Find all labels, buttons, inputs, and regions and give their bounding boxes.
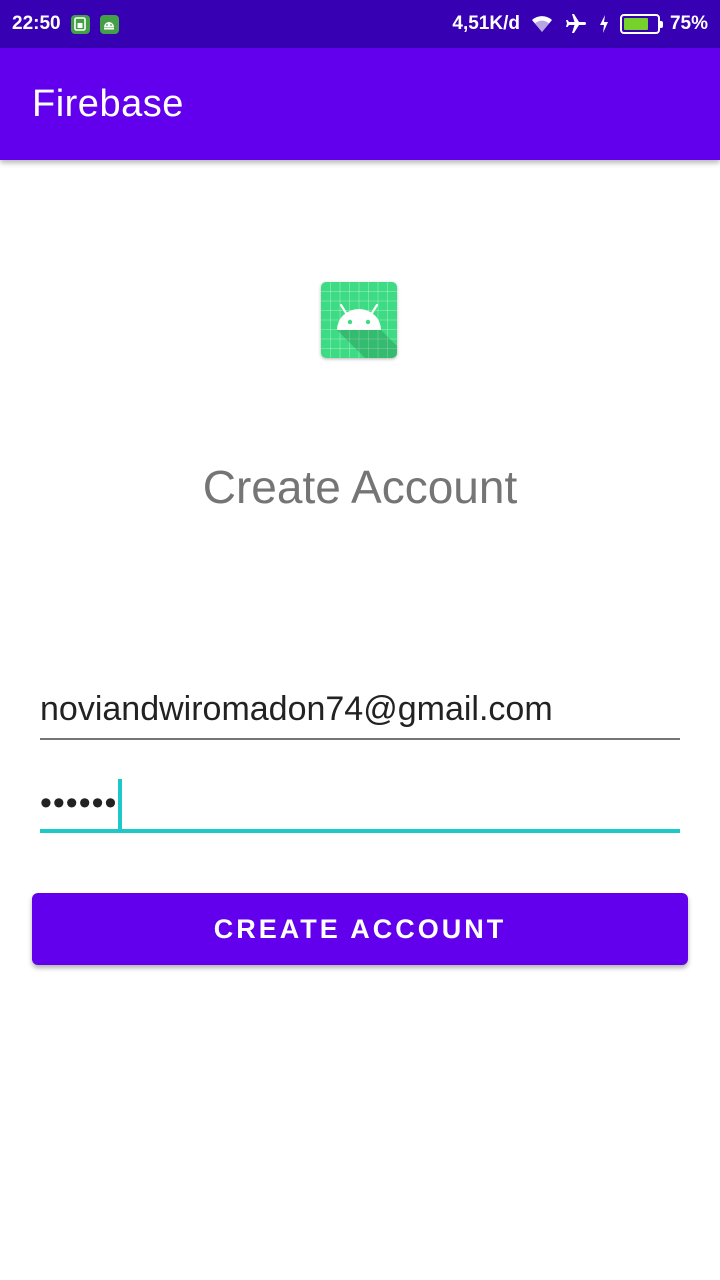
password-field[interactable]: •••••• xyxy=(40,778,680,833)
android-app-icon xyxy=(321,282,397,358)
app-title: Firebase xyxy=(32,82,184,125)
battery-level-fill xyxy=(623,18,648,30)
sim-notification-icon xyxy=(70,14,90,34)
status-bar: 22:50 4,51K/d 75% xyxy=(0,0,720,48)
create-account-heading: Create Account xyxy=(202,461,518,513)
wifi-icon xyxy=(530,14,554,34)
status-time: 22:50 xyxy=(12,13,61,34)
create-account-button[interactable]: CREATE ACCOUNT xyxy=(32,893,688,965)
status-left: 22:50 xyxy=(12,13,119,35)
app-bar: Firebase xyxy=(0,48,720,160)
android-notification-icon xyxy=(99,14,119,34)
email-field[interactable]: noviandwiromadon74@gmail.com xyxy=(40,690,680,740)
email-value: noviandwiromadon74@gmail.com xyxy=(40,690,553,728)
password-value: •••••• xyxy=(40,784,118,822)
battery-icon xyxy=(619,14,663,34)
network-speed: 4,51K/d xyxy=(452,13,520,34)
airplane-mode-icon xyxy=(564,12,588,36)
charging-icon xyxy=(598,14,610,34)
text-caret xyxy=(118,778,123,829)
battery-percent: 75% xyxy=(669,13,708,34)
status-right: 4,51K/d 75% xyxy=(452,12,708,36)
